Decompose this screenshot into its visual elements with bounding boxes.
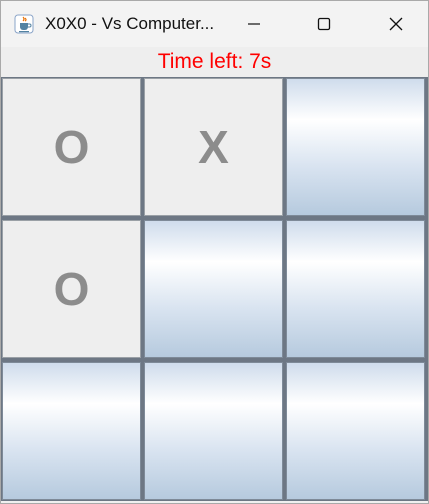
game-window: X0X0 - Vs Computer... Time left: 7s OXO (0, 0, 429, 504)
maximize-icon (317, 17, 331, 31)
title-bar[interactable]: X0X0 - Vs Computer... (1, 1, 428, 47)
game-board: OXO (1, 77, 428, 501)
board-cell-r1-c2[interactable]: X (144, 78, 283, 216)
close-button[interactable] (365, 1, 427, 47)
board-cell-r2-c2[interactable] (144, 220, 283, 358)
board-cell-r2-c3[interactable] (286, 220, 425, 358)
java-cup-icon (13, 13, 35, 35)
timer-bar: Time left: 7s (1, 47, 428, 77)
minimize-button[interactable] (223, 1, 285, 47)
time-left-label: Time left: 7s (157, 50, 272, 73)
maximize-button[interactable] (293, 1, 355, 47)
close-icon (389, 17, 403, 31)
board-cell-r1-c1[interactable]: O (2, 78, 141, 216)
window-title: X0X0 - Vs Computer... (45, 14, 215, 33)
board-cell-r3-c3[interactable] (286, 362, 425, 500)
board-cell-r3-c2[interactable] (144, 362, 283, 500)
minimize-icon (248, 23, 260, 25)
board-cell-r3-c1[interactable] (2, 362, 141, 500)
board-cell-r2-c1[interactable]: O (2, 220, 141, 358)
board-cell-r1-c3[interactable] (286, 78, 425, 216)
